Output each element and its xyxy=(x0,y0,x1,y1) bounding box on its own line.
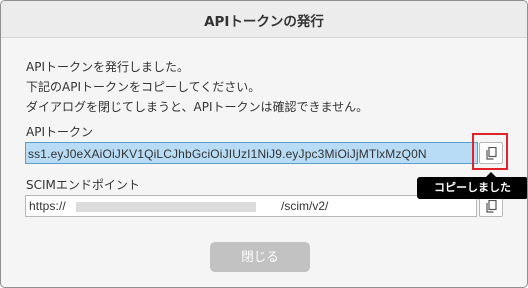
scim-endpoint-suffix: /scim/v2/ xyxy=(281,199,329,213)
scim-endpoint-field[interactable]: https:// /scim/v2/ xyxy=(25,195,477,217)
message-line-3: ダイアログを閉じてしまうと、APIトークンは確認できません。 xyxy=(26,100,369,114)
dialog-title: APIトークンの発行 xyxy=(204,14,324,30)
api-token-dialog: APIトークンの発行 APIトークンを発行しました。 下記のAPIトークンをコピ… xyxy=(0,0,528,288)
message-line-2: 下記のAPIトークンをコピーしてください。 xyxy=(26,80,261,94)
api-token-value: ss1.eyJ0eXAiOiJKV1QiLCJhbGciOiJIUzI1NiJ9… xyxy=(28,147,427,161)
redacted-domain xyxy=(76,202,256,212)
api-token-label: APIトークン xyxy=(26,125,93,139)
scim-endpoint-label: SCIMエンドポイント xyxy=(26,178,140,192)
api-token-field[interactable]: ss1.eyJ0eXAiOiJKV1QiLCJhbGciOiJIUzI1NiJ9… xyxy=(25,142,478,164)
copy-icon xyxy=(486,200,497,213)
dialog-titlebar: APIトークンの発行 xyxy=(1,1,527,38)
close-button[interactable]: 閉じる xyxy=(210,242,310,272)
scim-endpoint-prefix: https:// xyxy=(29,199,66,213)
copy-button-highlight xyxy=(472,133,508,170)
message-line-1: APIトークンを発行しました。 xyxy=(26,60,189,74)
copied-tooltip: コピーしました xyxy=(417,177,527,199)
